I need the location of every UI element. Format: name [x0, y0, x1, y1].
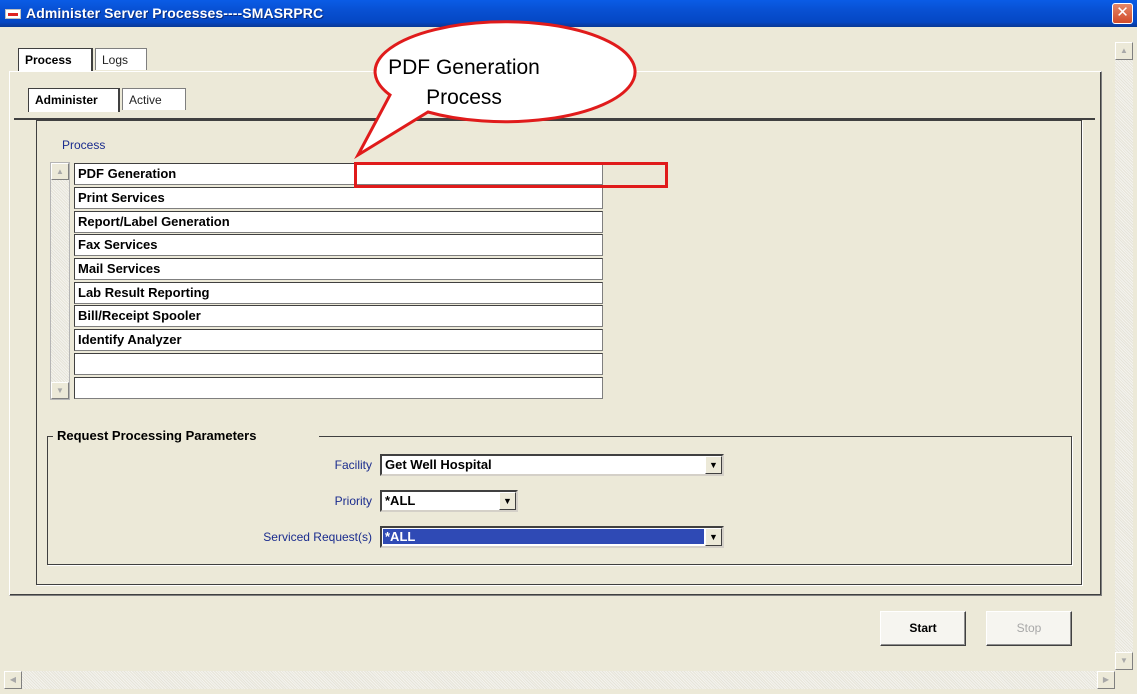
chevron-down-icon[interactable]: ▼: [705, 456, 722, 474]
list-item[interactable]: Report/Label Generation: [74, 211, 603, 233]
stop-button: Stop: [986, 611, 1072, 646]
scroll-down-icon[interactable]: ▼: [51, 382, 69, 399]
facility-select[interactable]: Get Well Hospital ▼: [380, 454, 724, 476]
list-item[interactable]: Lab Result Reporting: [74, 282, 603, 304]
facility-value: Get Well Hospital: [385, 457, 492, 472]
window-title: Administer Server Processes----SMASRPRC: [26, 5, 324, 21]
tab-logs[interactable]: Logs: [95, 48, 147, 70]
priority-label: Priority: [334, 494, 372, 508]
serviced-requests-label: Serviced Request(s): [263, 530, 372, 544]
process-list-label: Process: [62, 138, 106, 152]
facility-label: Facility: [334, 458, 372, 472]
scroll-left-icon[interactable]: ◀: [4, 671, 22, 689]
horizontal-scrollbar[interactable]: ◀ ▶: [4, 671, 1115, 689]
tab-active[interactable]: Active: [122, 88, 186, 110]
list-item[interactable]: Bill/Receipt Spooler: [74, 305, 603, 327]
vertical-scrollbar[interactable]: ▲ ▼: [1115, 42, 1133, 670]
title-bar: Administer Server Processes----SMASRPRC …: [0, 0, 1137, 27]
list-item[interactable]: [74, 377, 603, 399]
priority-select[interactable]: *ALL ▼: [380, 490, 518, 512]
list-item[interactable]: [74, 353, 603, 375]
list-item[interactable]: Mail Services: [74, 258, 603, 280]
scroll-right-icon[interactable]: ▶: [1097, 671, 1115, 689]
app-icon: [5, 9, 21, 19]
serviced-requests-select[interactable]: *ALL ▼: [380, 526, 724, 548]
parameters-group-title: Request Processing Parameters: [53, 428, 319, 443]
list-item[interactable]: Print Services: [74, 187, 603, 209]
tab-process[interactable]: Process: [18, 48, 93, 72]
chevron-down-icon[interactable]: ▼: [499, 492, 516, 510]
list-item[interactable]: Identify Analyzer: [74, 329, 603, 351]
callout-highlight-box: [354, 162, 668, 188]
start-button[interactable]: Start: [880, 611, 966, 646]
priority-value: *ALL: [385, 493, 416, 508]
scroll-up-icon[interactable]: ▲: [51, 163, 69, 180]
scroll-down-icon[interactable]: ▼: [1115, 652, 1133, 670]
list-item[interactable]: Fax Services: [74, 234, 603, 256]
tab-administer[interactable]: Administer: [28, 88, 120, 112]
process-list-scrollbar[interactable]: ▲ ▼: [50, 162, 70, 400]
scroll-up-icon[interactable]: ▲: [1115, 42, 1133, 60]
chevron-down-icon[interactable]: ▼: [705, 528, 722, 546]
serviced-requests-value: *ALL: [382, 528, 705, 545]
close-button[interactable]: ✕: [1112, 3, 1133, 24]
